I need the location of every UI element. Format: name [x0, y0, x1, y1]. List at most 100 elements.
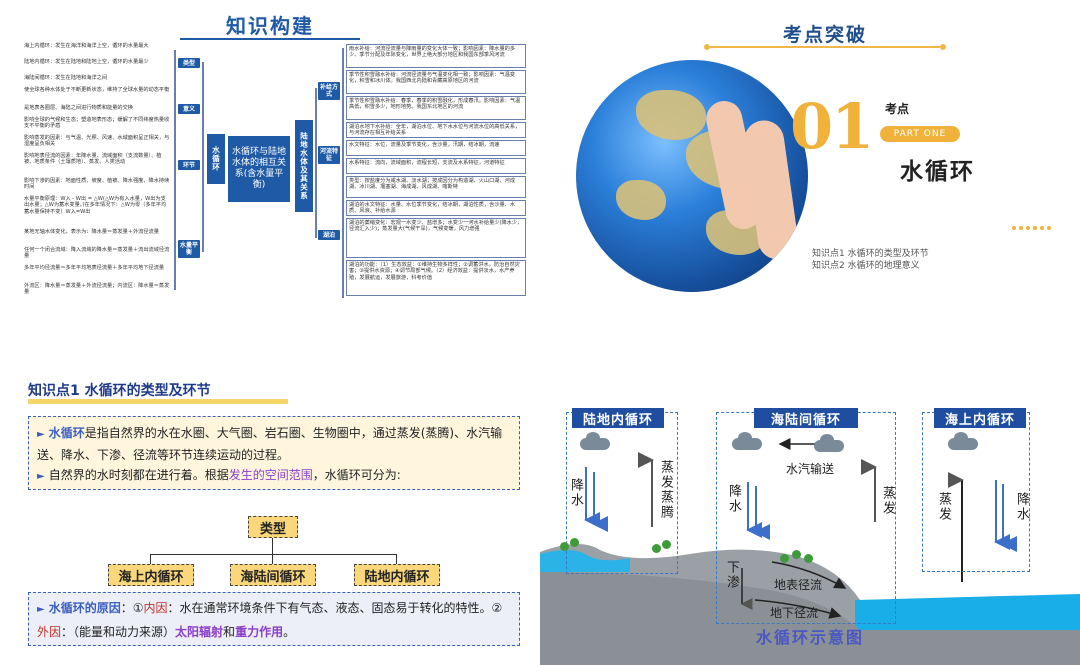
cover-point: 知识点2 水循环的地理意义 — [812, 261, 920, 271]
mindmap-item: 雨水补给：河流径流量与降雨量的变化大体一致；影响因素：降水量的多少、季节分配及年… — [346, 44, 526, 68]
cause-solar: 太阳辐射 — [175, 625, 224, 639]
sea-rain-label: 降水 — [1014, 492, 1029, 522]
definition-text: ，水循环可分为: — [312, 468, 401, 482]
mindmap-center-node: 水循环与陆地水体的相互关系(含水量平衡) — [228, 136, 290, 202]
triangle-bullet-icon: ► — [37, 471, 45, 482]
cause-text: 和 — [223, 625, 236, 639]
mindmap-connector — [342, 48, 344, 298]
cover-point: 知识点1 水循环的类型及环节 — [812, 249, 929, 259]
cover-part-badge: PART ONE — [880, 126, 960, 142]
globe-land — [616, 180, 666, 220]
mindmap-item: 水系特征：流向，流域面积，流程长短，支流及水系特征，河道特征 — [346, 158, 526, 174]
tree-connector — [272, 554, 273, 564]
mid-evap-label: 蒸发 — [880, 486, 895, 516]
cause-text: ：水在通常环境条件下有气态、液态、固态易于转化的特性。② — [167, 601, 503, 615]
sea-evap-label: 蒸发 — [936, 492, 951, 522]
definition-text: 是指自然界的水在水圈、大气圈、岩石圈、生物圈中，通过蒸发(蒸腾)、水汽输送、降水… — [37, 426, 503, 462]
mindmap-item: 影响下渗的因素：地面性质、坡度、植被、降水强度、降水持续时间 — [22, 177, 172, 191]
triangle-bullet-icon: ► — [37, 429, 45, 440]
mindmap-tag: 水量平衡 — [178, 240, 200, 258]
mindmap-item: 季节性积雪融水补给：河流径流量与气温变化相一致；影响因素：气温变化，积雪和冰川体… — [346, 70, 526, 94]
mindmap-item: 影响全球的气候和生态；塑造地表形态；缓解了不同纬度热量收支不平衡的矛盾 — [22, 116, 172, 130]
definition-text: 自然界的水时刻都在进行着。根据 — [48, 468, 229, 482]
tree-connector — [150, 554, 151, 564]
mindmap-item: 多年平均径流量＝多年平均地表径流量＋多年平均地下径流量 — [22, 264, 172, 278]
cause-outer-label: 外因 — [37, 625, 62, 639]
definition-term: 水循环 — [48, 426, 85, 440]
cover-points: 知识点1 水循环的类型及环节 知识点2 水循环的地理意义 — [812, 248, 929, 272]
type-root-box: 类型 — [248, 516, 298, 538]
globe-land — [636, 90, 706, 140]
cloud-icon — [948, 432, 978, 450]
cause-text: ：① — [120, 601, 144, 615]
mindmap-item: 水量平衡原理：W入 - W出 = △W(△W为有入水量，W出为支出水量；△W为蓄… — [22, 195, 172, 223]
type-box-sea: 海上内循环 — [108, 564, 194, 586]
mindmap-item: 湖泊水地下水补给：全年，湖泊水位、地下水水位与河流水位的高低关系，与河流存在相互… — [346, 122, 526, 138]
cause-text: ：（能量和动力来源） — [61, 625, 176, 639]
tree-icon — [792, 550, 801, 559]
cause-inner-label: 内因 — [143, 601, 168, 615]
mid-rain-label: 降水 — [726, 484, 741, 514]
cover-header-dot — [940, 44, 946, 50]
mindmap-item: 季节性积雪融水补给：春季，春季的积雪融化，形成春汛。影响因素：气温高低，积雪多少… — [346, 96, 526, 120]
surface-runoff-label: 地表径流 — [774, 578, 823, 592]
type-box-sea-land: 海陆间循环 — [230, 564, 316, 586]
globe-photo — [576, 60, 808, 292]
definition-box: ► 水循环是指自然界的水在水圈、大气圈、岩石圈、生物圈中，通过蒸发(蒸腾)、水汽输… — [28, 416, 520, 490]
land-evap-label: 蒸发蒸腾 — [658, 460, 673, 520]
cover-title: 水循环 — [900, 159, 975, 185]
cover-header-line — [710, 46, 940, 48]
mindmap-item: 外流区：降水量＝蒸发量＋外流径流量；内流区：降水量＝蒸发量 — [22, 282, 172, 296]
tree-connector — [396, 554, 397, 564]
mindmap-item: 影响蒸发的因素：与气温、光照、风速、水域面积呈正相关，与湿度呈负相关 — [22, 134, 172, 148]
mindmap-item: 类型：按盐度分为咸水湖、淡水湖；按成因分为构造湖、火山口湖、河成湖、冰川湖、堰塞… — [346, 176, 526, 198]
cause-box: ► 水循环的原因：①内因：水在通常环境条件下有气态、液态、固态易于转化的特性。② 外… — [28, 592, 520, 646]
cause-term: 水循环的原因 — [48, 601, 121, 615]
cover-header-dot — [704, 44, 710, 50]
mindmap-item: 海上内循环：发生在海洋和海洋上空，循环的水量最大 — [22, 42, 172, 56]
tree-icon — [652, 544, 661, 553]
mindmap-item: 陆地内循环：发生在陆地和陆地上空，循环的水量最少 — [22, 58, 172, 72]
knowledge-panel: 知识点1 水循环的类型及环节 ► 水循环是指自然界的水在水圈、大气圈、岩石圈、生物… — [0, 332, 540, 665]
mindmap-panel: 知识构建 海上内循环：发生在海洋和海洋上空，循环的水量最大 陆地内循环：发生在陆… — [0, 0, 540, 332]
mindmap-item: 是地表各圈层、海陆之间进行物质和能量的交换 — [22, 104, 172, 113]
mindmap-right-root: 陆地水体及其关系 — [295, 120, 313, 212]
mindmap-connector — [202, 62, 204, 252]
mindmap-tag: 意义 — [178, 104, 200, 114]
mindmap-item: 水文特征：水位，流量及季节变化，含沙量，汛期，结冰期，流速 — [346, 140, 526, 156]
mindmap-tag: 环节 — [178, 160, 200, 170]
mindmap-title: 知识构建 — [226, 14, 314, 38]
infiltrate-label: 下渗 — [724, 560, 739, 590]
tree-icon — [662, 540, 671, 549]
cloud-icon — [580, 432, 610, 450]
cloud-icon — [814, 434, 844, 452]
cloud-icon — [732, 432, 762, 450]
mindmap-connector — [174, 50, 176, 290]
definition-line-2: ► 自然界的水时刻都在进行着。根据发生的空间范围，水循环可分为: — [37, 465, 511, 487]
tree-icon — [804, 554, 813, 563]
cover-panel: 考点突破 01 考点 PART ONE 水循环 知识点1 水循环的类型及环节 知… — [540, 0, 1080, 332]
tree-connector — [150, 554, 396, 555]
mindmap-item: 海陆间循环：发生在陆地和海洋之间 — [22, 74, 172, 83]
vapor-label: 水汽输送 — [786, 462, 835, 476]
tree-connector — [272, 538, 273, 554]
knowledge-heading: 知识点1 水循环的类型及环节 — [28, 383, 211, 399]
cover-header: 考点突破 — [782, 24, 867, 46]
mindmap-item: 使全球各种水体处于不断更新状态，维持了全球水量的动态平衡 — [22, 86, 172, 100]
definition-line-1: ► 水循环是指自然界的水在水圈、大气圈、岩石圈、生物圈中，通过蒸发(蒸腾)、水汽输… — [37, 423, 511, 465]
tree-icon — [570, 538, 579, 547]
tree-icon — [560, 542, 569, 551]
triangle-bullet-icon: ► — [37, 604, 45, 615]
sea-loop-label: 海上内循环 — [934, 408, 1026, 428]
mindmap-connector — [315, 88, 317, 238]
mindmap-title-underline — [180, 38, 360, 40]
cause-gravity: 重力作用 — [235, 625, 284, 639]
cause-text: 。 — [283, 625, 296, 639]
mindmap-item: 湖泊的功能：（1）生态效益：①维持生物多样性；②调蓄洪水，防治自然灾害；③提供水… — [346, 260, 526, 296]
mindmap-tag: 湖泊 — [318, 230, 340, 240]
type-box-land: 陆地内循环 — [354, 564, 440, 586]
cover-dots — [1012, 226, 1051, 230]
mindmap-item: 湖泊的水文特征：水量、水位季节变化，结冰期，湖泊性质，含沙量、水质、风浪、补给水… — [346, 200, 526, 216]
mindmap-item: 湖泊的萎缩变化：宏观一水变少、盐增多；水变少一河水补给量少(降水少，径流汇入少)… — [346, 218, 526, 258]
mindmap-tag: 类型 — [178, 58, 200, 68]
